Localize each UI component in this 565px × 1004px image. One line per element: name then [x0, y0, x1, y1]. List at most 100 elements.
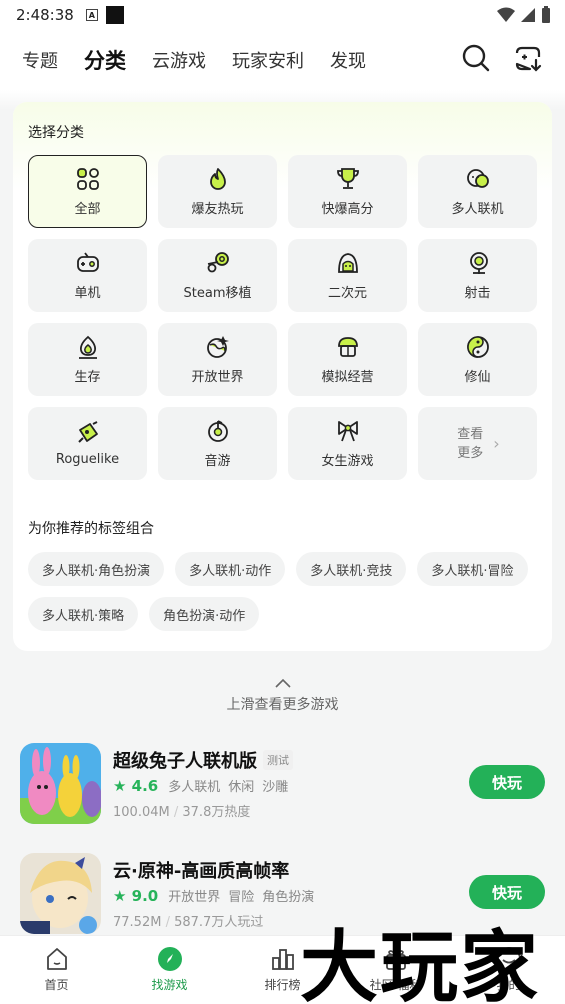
category-shooter[interactable]: 射击 — [418, 239, 537, 312]
stats-separator: / — [165, 915, 170, 930]
category-label: 开放世界 — [191, 370, 244, 385]
grid-icon — [76, 168, 99, 190]
category-roguelike[interactable]: Roguelike — [28, 407, 147, 480]
bottom-tab-label: 首页 — [44, 978, 69, 992]
swipe-hint[interactable]: 上滑查看更多游戏 — [0, 678, 565, 714]
category-title: 选择分类 — [28, 125, 84, 141]
game-name: 超级兔子人联机版 测试 — [113, 747, 293, 773]
game-meta: ★ 4.6 多人联机 休闲 沙雕 — [113, 776, 296, 796]
recommend-tag[interactable]: 多人联机·策略 — [28, 597, 139, 631]
category-single[interactable]: 单机 — [28, 239, 147, 312]
wifi-icon — [497, 7, 515, 22]
category-steam[interactable]: Steam移植 — [158, 239, 277, 312]
chevron-up-icon — [274, 678, 291, 688]
game-item[interactable]: 超级兔子人联机版 测试 ★ 4.6 多人联机 休闲 沙雕 100.04M / 37… — [0, 743, 565, 843]
category-multiplayer[interactable]: 多人联机 — [418, 155, 537, 228]
category-open-world[interactable]: 开放世界 — [158, 323, 277, 396]
globe-icon — [206, 336, 229, 358]
tab-discover[interactable]: 发现 — [330, 47, 366, 73]
game-tag: 沙雕 — [262, 780, 289, 795]
tab-categories[interactable]: 分类 — [84, 45, 126, 75]
view-more-label: 查看更多 — [457, 426, 484, 461]
category-high-score[interactable]: 快爆高分 — [288, 155, 407, 228]
notification-a-icon: A — [85, 9, 98, 21]
category-label: 二次元 — [327, 286, 367, 301]
category-popular[interactable]: 爆友热玩 — [158, 155, 277, 228]
category-simulation[interactable]: 模拟经营 — [288, 323, 407, 396]
play-button[interactable]: 快玩 — [469, 765, 545, 799]
bottom-tab-home[interactable]: 首页 — [0, 936, 113, 1004]
signal-icon — [521, 8, 535, 22]
top-nav: 专题 分类 云游戏 玩家安利 发现 — [0, 30, 565, 90]
category-view-more[interactable]: 查看更多 › — [418, 407, 537, 480]
music-disc-icon — [207, 420, 228, 442]
tab-player-recommend[interactable]: 玩家安利 — [232, 47, 304, 73]
home-icon — [46, 948, 67, 970]
game-size: 77.52M — [113, 915, 162, 930]
bow-icon — [337, 421, 358, 442]
category-label: 修仙 — [464, 370, 491, 385]
tab-cloud-games[interactable]: 云游戏 — [152, 47, 206, 73]
category-all[interactable]: 全部 — [28, 155, 147, 228]
category-girl-games[interactable]: 女生游戏 — [288, 407, 407, 480]
recommend-tag[interactable]: 多人联机·动作 — [175, 552, 286, 586]
play-button[interactable]: 快玩 — [469, 875, 545, 909]
shop-icon — [337, 337, 358, 357]
stats-separator: / — [173, 805, 179, 820]
test-badge: 测试 — [263, 750, 293, 770]
game-stats: 77.52M / 587.7万人玩过 — [113, 911, 263, 930]
category-label: 全部 — [74, 202, 101, 217]
score-value: 4.6 — [131, 776, 159, 795]
game-popularity: 587.7万人玩过 — [174, 915, 264, 930]
bottom-tab-label: 排行榜 — [264, 978, 301, 992]
category-label: Roguelike — [55, 452, 120, 467]
game-title: 云·原神-高画质高帧率 — [113, 861, 290, 882]
category-label: 快爆高分 — [321, 202, 374, 217]
bottom-tab-find-games[interactable]: 找游戏 — [113, 936, 226, 1004]
game-icon-genshin — [20, 853, 101, 934]
game-popularity: 37.8万热度 — [182, 805, 251, 820]
category-anime[interactable]: 二次元 — [288, 239, 407, 312]
flame-icon — [209, 168, 226, 190]
gamepad-icon — [76, 252, 99, 272]
swipe-hint-text: 上滑查看更多游戏 — [226, 697, 339, 713]
game-size: 100.04M — [113, 805, 170, 820]
bottom-tab-label: 找游戏 — [151, 978, 188, 992]
game-score: ★ 9.0 — [113, 886, 159, 905]
category-xianxia[interactable]: 修仙 — [418, 323, 537, 396]
recommend-tags: 多人联机·角色扮演 多人联机·动作 多人联机·竞技 多人联机·冒险 多人联机·策… — [28, 552, 548, 631]
category-music[interactable]: 音游 — [158, 407, 277, 480]
recommend-tag[interactable]: 多人联机·冒险 — [417, 552, 528, 586]
game-meta: ★ 9.0 开放世界 冒险 角色扮演 — [113, 886, 322, 906]
status-time: 2:48:38 — [16, 6, 74, 24]
status-bar: 2:48:38 A — [0, 0, 565, 30]
yinyang-icon — [466, 336, 489, 358]
category-label: 生存 — [74, 370, 101, 385]
category-label: 多人联机 — [451, 202, 504, 217]
recommend-tag[interactable]: 角色扮演·动作 — [149, 597, 260, 631]
anime-icon — [337, 253, 358, 273]
game-tag: 开放世界 — [168, 890, 221, 905]
search-icon[interactable] — [461, 43, 491, 73]
target-icon — [469, 252, 488, 274]
game-tag: 休闲 — [228, 780, 255, 795]
game-icon-rabbit — [20, 743, 101, 824]
compass-icon — [157, 947, 182, 971]
recommend-tag[interactable]: 多人联机·竞技 — [296, 552, 407, 586]
category-label: 音游 — [204, 454, 231, 469]
category-label: 女生游戏 — [321, 454, 374, 469]
category-survival[interactable]: 生存 — [28, 323, 147, 396]
category-label: Steam移植 — [183, 286, 252, 301]
game-download-icon[interactable] — [513, 43, 543, 73]
battery-icon — [542, 6, 550, 23]
recommend-title: 为你推荐的标签组合 — [28, 521, 154, 537]
trophy-icon — [336, 168, 359, 189]
game-tag: 角色扮演 — [262, 890, 315, 905]
game-tag: 多人联机 — [168, 780, 221, 795]
category-card: 选择分类 全部 爆友热玩 快爆高分 多人联机 单机 Steam移植 二次元 射击… — [13, 102, 552, 651]
category-label: 模拟经营 — [321, 370, 374, 385]
tab-topics[interactable]: 专题 — [22, 47, 58, 73]
watermark-logo: 大玩家 — [300, 922, 541, 1004]
recommend-tag[interactable]: 多人联机·角色扮演 — [28, 552, 165, 586]
game-title: 超级兔子人联机版 — [113, 751, 257, 772]
